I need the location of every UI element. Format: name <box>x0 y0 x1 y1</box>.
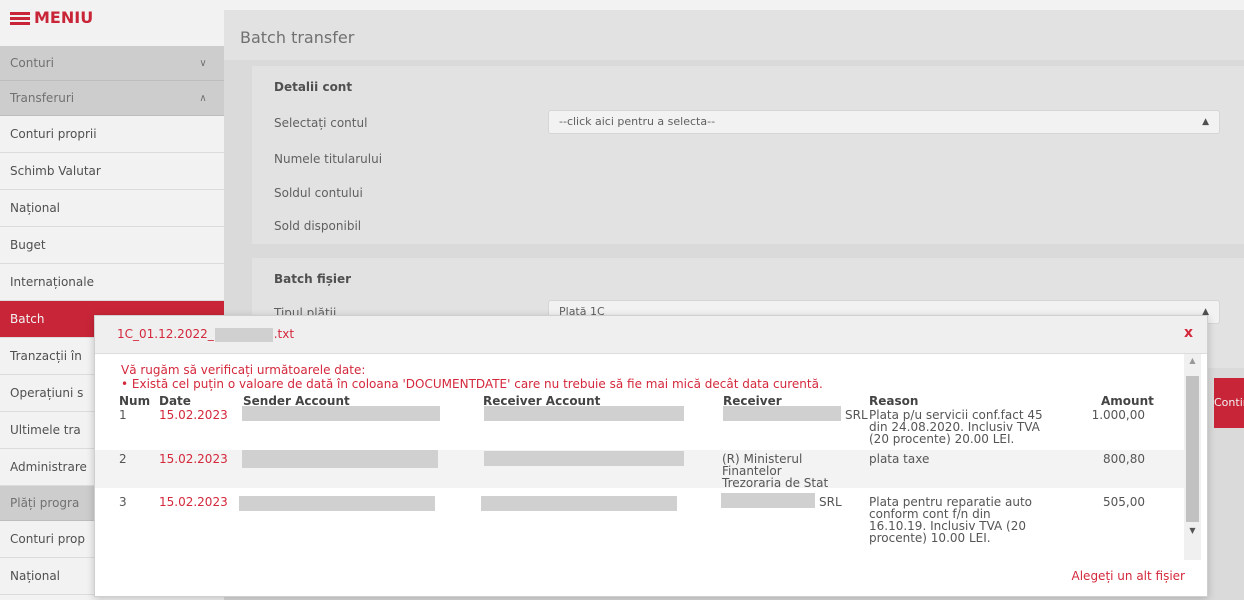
cell-amount: 1.000,00 <box>1091 408 1145 422</box>
scroll-down-icon[interactable]: ▼ <box>1184 526 1201 540</box>
modal-title-suffix: .txt <box>273 327 295 341</box>
modal-title-prefix: 1C_01.12.2022_ <box>117 327 214 341</box>
cell-date: 15.02.2023 <box>159 495 228 509</box>
modal-scrollbar[interactable]: ▲ ▼ <box>1184 354 1201 560</box>
redacted-sender <box>239 496 435 511</box>
modal-title: 1C_01.12.2022_ .txt <box>117 327 294 342</box>
cell-reason: Plata pentru reparatie auto conform cont… <box>869 495 1033 545</box>
cell-date: 15.02.2023 <box>159 452 228 466</box>
table-row: 1 15.02.2023 SRL Plata p/u servicii conf… <box>115 406 1175 453</box>
scroll-up-icon[interactable]: ▲ <box>1184 356 1201 370</box>
scroll-thumb[interactable] <box>1186 376 1199 522</box>
col-header-reason: Reason <box>869 394 919 408</box>
cell-receiver: (R) Ministerul Finantelor Trezoraria de … <box>722 452 829 490</box>
cell-num: 2 <box>119 452 127 466</box>
redacted-block <box>214 327 273 342</box>
choose-another-file-link[interactable]: Alegeți un alt fișier <box>1072 569 1185 583</box>
cell-date: 15.02.2023 <box>159 408 228 422</box>
cell-amount: 800,80 <box>1103 452 1145 466</box>
redacted-receiver <box>723 406 841 421</box>
cell-num: 1 <box>119 408 127 422</box>
modal-body: Vă rugăm să verificați următoarele date:… <box>95 354 1185 560</box>
redacted-receiver-account <box>484 406 684 421</box>
cell-reason: Plata p/u servicii conf.fact 45 din 24.0… <box>869 408 1043 446</box>
col-header-date: Date <box>159 394 191 408</box>
error-message: • Există cel puțin o valoare de dată în … <box>121 377 823 391</box>
redacted-receiver-account <box>484 451 684 466</box>
redacted-receiver-account <box>481 496 677 511</box>
redacted-receiver <box>721 493 815 508</box>
verify-message: Vă rugăm să verificați următoarele date: <box>121 363 366 377</box>
col-header-amount: Amount <box>1101 394 1154 408</box>
modal-header: 1C_01.12.2022_ .txt x <box>95 316 1207 354</box>
close-icon[interactable]: x <box>1184 325 1193 341</box>
table-row: 3 15.02.2023 SRL Plata pentru reparatie … <box>115 493 1175 554</box>
cell-receiver: SRL <box>819 495 842 509</box>
col-header-num: Num <box>119 394 151 408</box>
cell-num: 3 <box>119 495 127 509</box>
cell-reason: plata taxe <box>869 452 930 466</box>
table-row: 2 15.02.2023 (R) Ministerul Finantelor T… <box>95 450 1185 490</box>
redacted-sender <box>242 406 440 421</box>
redacted-sender <box>242 450 438 468</box>
cell-amount: 505,00 <box>1103 495 1145 509</box>
cell-receiver: SRL <box>845 408 868 422</box>
validation-modal: 1C_01.12.2022_ .txt x Vă rugăm să verific… <box>94 315 1208 597</box>
